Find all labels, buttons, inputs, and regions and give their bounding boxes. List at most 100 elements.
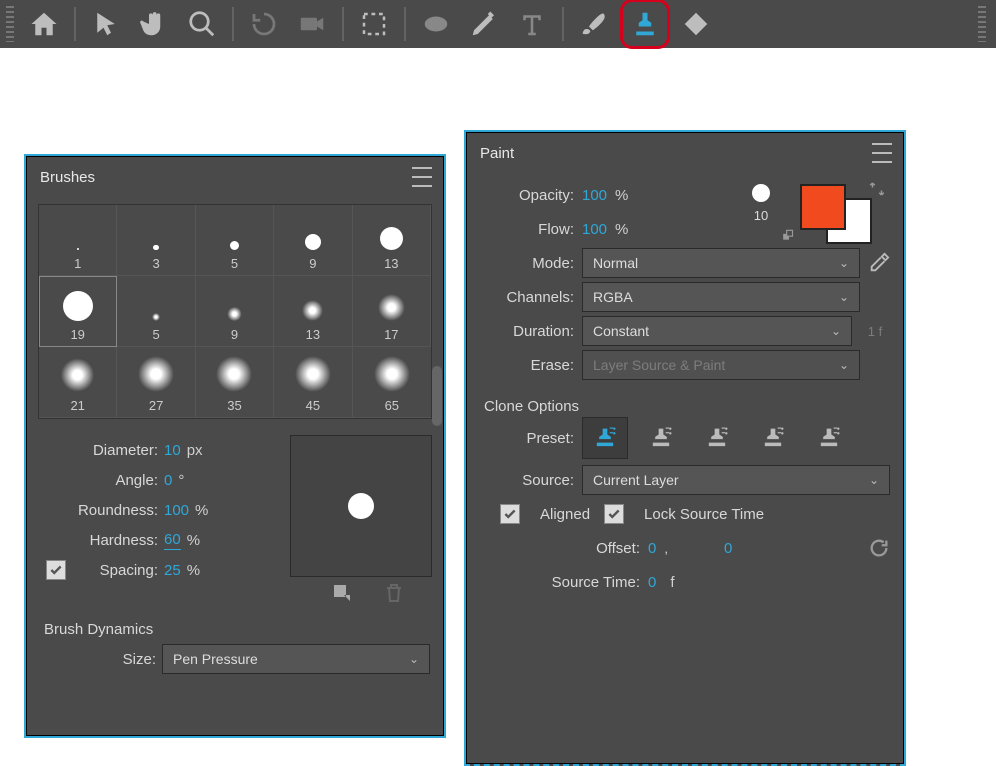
flow-value[interactable]: 100	[582, 221, 607, 238]
camera-tool[interactable]	[290, 2, 334, 46]
dynamics-size-select[interactable]: Pen Pressure ⌄	[162, 644, 430, 674]
camera-icon	[297, 9, 327, 39]
stamp-preset-icon	[647, 424, 675, 452]
reset-offset-icon[interactable]	[868, 537, 890, 559]
brush-tool[interactable]	[572, 2, 616, 46]
hardness-value[interactable]: 60	[164, 531, 181, 550]
selection-tool[interactable]	[84, 2, 128, 46]
spacing-value[interactable]: 25	[164, 562, 181, 579]
erase-value: Layer Source & Paint	[593, 357, 725, 373]
toolbar-grip[interactable]	[6, 6, 14, 42]
clone-stamp-tool[interactable]	[620, 0, 670, 49]
diameter-value[interactable]: 10	[164, 442, 181, 459]
brush-dot-icon	[61, 358, 95, 392]
region-tool[interactable]	[352, 2, 396, 46]
brush-preset-cell[interactable]: 1	[39, 205, 117, 276]
new-brush-icon[interactable]	[330, 581, 354, 605]
foreground-color-swatch[interactable]	[800, 184, 846, 230]
brush-dot-icon	[77, 248, 79, 250]
toolbar-separator	[232, 7, 234, 41]
channels-label: Channels:	[480, 289, 574, 306]
preset-label: Preset:	[480, 430, 574, 447]
brush-preset-cell[interactable]: 21	[39, 347, 117, 418]
source-select[interactable]: Current Layer ⌄	[582, 465, 890, 495]
lock-source-time-label: Lock Source Time	[644, 506, 764, 523]
brush-preset-cell[interactable]: 27	[117, 347, 195, 418]
stamp-preset-icon	[703, 424, 731, 452]
brush-size-indicator[interactable]: 10	[754, 208, 768, 223]
channels-select[interactable]: RGBA ⌄	[582, 282, 860, 312]
offset-y-value[interactable]: 0	[724, 540, 732, 557]
angle-label: Angle:	[46, 472, 158, 489]
clone-preset-4[interactable]	[750, 417, 796, 459]
brush-preset-cell[interactable]: 9	[196, 276, 274, 347]
toolbar-grip-right[interactable]	[978, 6, 986, 42]
brush-size-label: 5	[231, 256, 238, 271]
brush-preset-cell[interactable]: 17	[353, 276, 431, 347]
mode-select[interactable]: Normal ⌄	[582, 248, 860, 278]
brush-size-label: 13	[384, 256, 398, 271]
toolbar-separator	[562, 7, 564, 41]
toolbar-separator	[404, 7, 406, 41]
stamp-preset-icon	[759, 424, 787, 452]
ellipse-tool[interactable]	[414, 2, 458, 46]
check-icon	[49, 563, 63, 577]
brush-preview	[290, 435, 432, 577]
brush-grid-scrollbar[interactable]	[432, 366, 442, 426]
hardness-label: Hardness:	[46, 532, 158, 549]
trash-icon[interactable]	[382, 581, 406, 605]
roundness-value[interactable]: 100	[164, 502, 189, 519]
brush-preset-cell[interactable]: 35	[196, 347, 274, 418]
brush-preset-cell[interactable]: 13	[353, 205, 431, 276]
hand-tool[interactable]	[132, 2, 176, 46]
toolbar-separator	[74, 7, 76, 41]
duration-select[interactable]: Constant ⌄	[582, 316, 852, 346]
aligned-checkbox[interactable]	[500, 504, 520, 524]
brush-preset-cell[interactable]: 5	[196, 205, 274, 276]
brush-preset-cell[interactable]: 3	[117, 205, 195, 276]
swap-colors-icon[interactable]	[868, 180, 886, 198]
eyedropper-icon[interactable]	[868, 252, 890, 274]
channels-value: RGBA	[593, 289, 633, 305]
brush-preset-cell[interactable]: 45	[274, 347, 352, 418]
home-tool[interactable]	[22, 2, 66, 46]
opacity-value[interactable]: 100	[582, 187, 607, 204]
eraser-tool[interactable]	[674, 2, 718, 46]
spacing-checkbox[interactable]	[46, 560, 66, 580]
brush-preset-cell[interactable]: 19	[39, 276, 117, 347]
pen-icon	[469, 9, 499, 39]
brush-preset-cell[interactable]: 65	[353, 347, 431, 418]
hand-icon	[139, 9, 169, 39]
lock-source-time-checkbox[interactable]	[604, 504, 624, 524]
type-tool[interactable]	[510, 2, 554, 46]
source-time-value[interactable]: 0	[648, 574, 656, 591]
rotate-tool[interactable]	[242, 2, 286, 46]
ellipse-icon	[421, 9, 451, 39]
brush-preset-cell[interactable]: 5	[117, 276, 195, 347]
brush-tip-preview[interactable]	[752, 184, 770, 202]
offset-x-value[interactable]: 0	[648, 540, 656, 557]
panel-menu-button[interactable]	[412, 164, 432, 190]
brush-size-label: 5	[152, 327, 159, 342]
clone-preset-3[interactable]	[694, 417, 740, 459]
clone-preset-2[interactable]	[638, 417, 684, 459]
clone-preset-1[interactable]	[582, 417, 628, 459]
brush-size-label: 65	[385, 398, 399, 413]
main-toolbar	[0, 0, 996, 48]
erase-label: Erase:	[480, 357, 574, 374]
clone-preset-5[interactable]	[806, 417, 852, 459]
angle-value[interactable]: 0	[164, 472, 172, 489]
zoom-tool[interactable]	[180, 2, 224, 46]
brush-dynamics-title: Brush Dynamics	[26, 605, 444, 644]
brush-preset-cell[interactable]: 9	[274, 205, 352, 276]
brush-size-label: 9	[309, 256, 316, 271]
brush-preset-cell[interactable]: 13	[274, 276, 352, 347]
hardness-unit: %	[187, 532, 200, 549]
chevron-down-icon: ⌄	[839, 358, 849, 372]
pen-tool[interactable]	[462, 2, 506, 46]
flow-unit: %	[615, 221, 628, 238]
panel-menu-button[interactable]	[872, 140, 892, 166]
stamp-icon	[630, 9, 660, 39]
panel-header: Paint	[466, 132, 904, 174]
default-colors-icon[interactable]	[782, 228, 796, 242]
